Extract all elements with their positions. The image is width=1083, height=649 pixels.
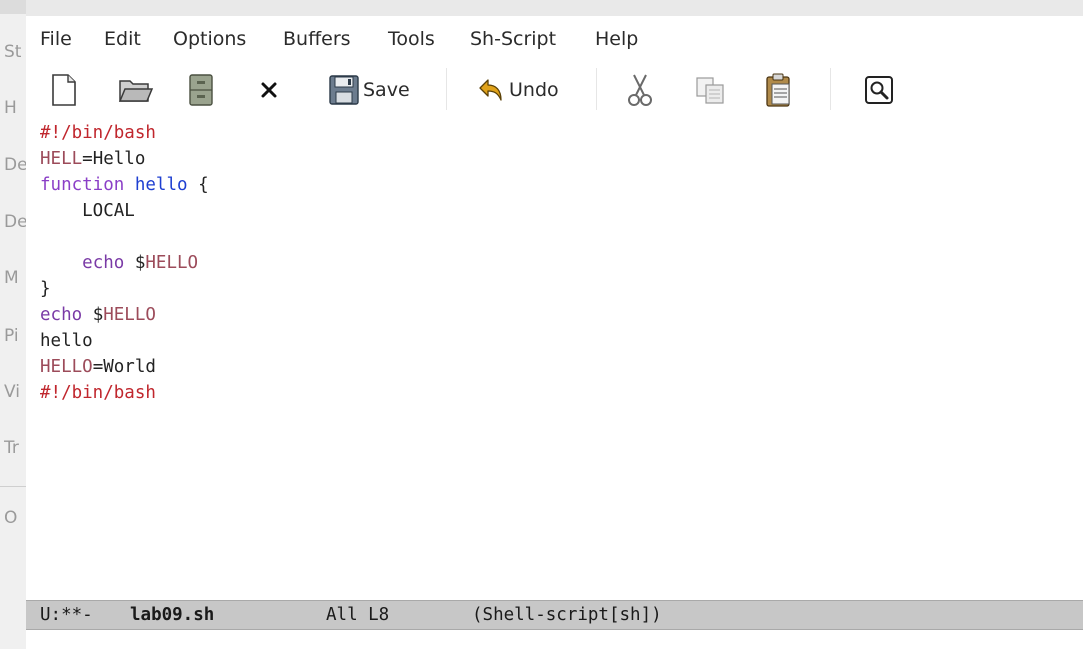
minibuffer[interactable]: [26, 630, 1083, 649]
background-window-label: De: [4, 212, 26, 232]
undo-label: Undo: [509, 79, 559, 101]
code-line[interactable]: echo $HELLO: [40, 250, 198, 276]
mode-line: U:**- lab09.sh All L8 (Shell-script[sh]): [26, 600, 1083, 630]
close-icon: [261, 82, 277, 98]
code-line[interactable]: #!/bin/bash: [40, 120, 156, 146]
code-token: hello: [134, 175, 188, 195]
code-line[interactable]: hello: [40, 328, 93, 354]
code-token: HELLO: [145, 253, 199, 273]
background-window-label: Pi: [4, 326, 19, 346]
background-window-label: De: [4, 155, 26, 175]
open-file-button[interactable]: [118, 72, 154, 108]
background-window-label: Tr: [4, 438, 19, 458]
save-label: Save: [363, 79, 410, 101]
desktop: St H De De M Pi Vi Tr O File Edit Option…: [0, 0, 1083, 649]
file-cabinet-icon: [189, 74, 213, 106]
new-file-button[interactable]: [50, 72, 78, 108]
copy-button[interactable]: [694, 72, 726, 108]
code-token: $: [124, 253, 146, 273]
code-line[interactable]: HELL=Hello: [40, 146, 145, 172]
editor-buffer[interactable]: #!/bin/bash HELL=Hello function hello { LO…: [26, 120, 1083, 600]
toolbar-separator: [446, 68, 447, 110]
background-window-label: Vi: [4, 382, 20, 402]
emacs-frame: File Edit Options Buffers Tools Sh-Scrip…: [26, 0, 1083, 649]
menu-sh-script[interactable]: Sh-Script: [470, 28, 556, 50]
undo-button[interactable]: Undo: [478, 72, 559, 108]
code-line[interactable]: #!/bin/bash: [40, 380, 156, 406]
code-token: echo: [40, 305, 83, 325]
background-window-label: St: [4, 42, 22, 62]
modeline-buffer-name: lab09.sh: [130, 605, 215, 625]
kill-buffer-button[interactable]: [260, 72, 278, 108]
code-line[interactable]: echo $HELLO: [40, 302, 156, 328]
save-button[interactable]: Save: [328, 72, 410, 108]
code-token: HELL: [40, 149, 83, 169]
scissors-icon: [628, 74, 652, 106]
open-folder-icon: [118, 80, 154, 102]
background-window-label: H: [4, 98, 17, 118]
background-window-label: M: [4, 268, 19, 288]
modeline-major-mode: (Shell-script[sh]): [472, 605, 662, 625]
background-window-titlebar: [0, 0, 26, 14]
background-window: St H De De M Pi Vi Tr O: [0, 0, 27, 649]
copy-icon: [696, 77, 724, 104]
toolbar-separator: [596, 68, 597, 110]
undo-arrow-icon: [479, 79, 502, 101]
menu-help[interactable]: Help: [595, 28, 638, 50]
code-token: =Hello: [82, 149, 146, 169]
menu-buffers[interactable]: Buffers: [283, 28, 351, 50]
code-line[interactable]: HELLO=World: [40, 354, 156, 380]
cut-button[interactable]: [626, 72, 654, 108]
window-top-edge: [26, 0, 1083, 16]
code-token: HELLO: [40, 357, 93, 377]
menu-file[interactable]: File: [40, 28, 72, 50]
code-token: function: [40, 175, 125, 195]
dired-button[interactable]: [188, 72, 214, 108]
code-token: LOCAL: [40, 201, 135, 221]
modeline-status: U:**-: [40, 605, 93, 625]
toolbar-separator: [830, 68, 831, 110]
background-window-label: O: [4, 508, 18, 528]
floppy-disk-icon: [329, 75, 359, 105]
code-token: =World: [92, 357, 156, 377]
tool-bar: Save Undo: [26, 62, 1083, 120]
clipboard-icon: [766, 73, 790, 107]
code-line[interactable]: LOCAL: [40, 198, 135, 224]
modeline-position: All L8: [326, 605, 390, 625]
code-token: {: [187, 175, 209, 195]
search-button[interactable]: [864, 72, 894, 108]
code-token: #!/bin/bash: [40, 123, 156, 143]
code-line[interactable]: function hello {: [40, 172, 209, 198]
menu-edit[interactable]: Edit: [104, 28, 141, 50]
code-token: #!/bin/bash: [40, 383, 156, 403]
code-token: HELLO: [103, 305, 156, 325]
code-token: $: [82, 305, 104, 325]
background-window-divider: [0, 486, 26, 487]
code-token: }: [40, 279, 51, 299]
code-line[interactable]: }: [40, 276, 51, 302]
menu-options[interactable]: Options: [173, 28, 246, 50]
menu-tools[interactable]: Tools: [388, 28, 435, 50]
menu-bar: File Edit Options Buffers Tools Sh-Scrip…: [26, 16, 1083, 62]
code-token: echo: [82, 253, 125, 273]
paste-button[interactable]: [764, 72, 794, 108]
code-token: hello: [40, 331, 93, 351]
new-file-icon: [52, 74, 76, 106]
search-icon: [865, 76, 893, 104]
